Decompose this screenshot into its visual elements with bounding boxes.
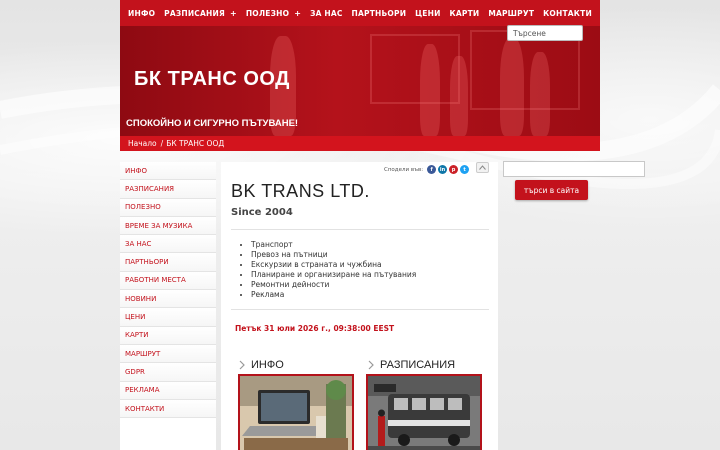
nav-item-schedules[interactable]: РАЗПИСАНИЯ + [164,9,237,18]
sidebar-item-route[interactable]: МАРШРУТ [120,344,216,364]
nav-item-prices[interactable]: ЦЕНИ [415,9,440,18]
list-item: Транспорт [251,240,416,250]
breadcrumb-current: БК ТРАНС ООД [166,139,225,148]
scroll-up-button[interactable] [476,162,489,173]
card-image-schedules [368,376,480,450]
site-search-button[interactable]: търси в сайта [515,180,588,200]
expand-plus-icon: + [294,8,302,18]
sidebar-item-info[interactable]: ИНФО [120,162,216,181]
sidebar-item-contacts[interactable]: КОНТАКТИ [120,399,216,419]
nav-item-partners[interactable]: ПАРТНЬОРИ [352,9,407,18]
list-item: Реклама [251,290,416,300]
list-item: Ремонтни дейности [251,280,416,290]
card-title-label: ИНФО [251,359,284,371]
card-title-schedules[interactable]: РАЗПИСАНИЯ [366,359,455,371]
sidebar-item-gdpr[interactable]: GDPR [120,363,216,382]
breadcrumb: Начало / БК ТРАНС ООД [120,136,600,151]
sidebar-item-advertising[interactable]: РЕКЛАМА [120,381,216,400]
main-content: Сподели във: f in p t BK TRANS LTD. Sinc… [221,162,498,450]
site-search-input[interactable] [503,161,645,177]
list-item: Превоз на пътници [251,250,416,260]
sidebar-item-jobs[interactable]: РАБОТНИ МЕСТА [120,271,216,291]
sidebar-item-news[interactable]: НОВИНИ [120,290,216,309]
chevron-right-icon [239,360,245,370]
nav-item-contacts[interactable]: КОНТАКТИ [543,9,592,18]
site-title: БК ТРАНС ООД [134,68,290,90]
search-input[interactable] [507,25,583,41]
services-list: Транспорт Превоз на пътници Екскурзии в … [251,240,416,300]
nav-item-route[interactable]: МАРШРУТ [488,9,534,18]
current-datetime: Петък 31 юли 2026 г., 09:38:00 EEST [235,324,395,333]
card-title-info[interactable]: ИНФО [237,359,284,371]
site-slogan: СПОКОЙНО И СИГУРНО ПЪТУВАНЕ! [126,118,299,129]
vintage-bus-stop-photo[interactable] [366,374,482,450]
sidebar-item-music-time[interactable]: ВРЕМЕ ЗА МУЗИКА [120,216,216,236]
facebook-icon[interactable]: f [427,165,437,174]
sidebar-item-maps[interactable]: КАРТИ [120,326,216,345]
card-title-label: РАЗПИСАНИЯ [380,359,456,371]
sidebar-menu: ИНФО РАЗПИСАНИЯ ПОЛЕЗНО ВРЕМЕ ЗА МУЗИКА … [120,162,216,450]
share-label: Сподели във: [384,166,424,173]
laptop-desk-photo[interactable] [238,374,354,450]
linkedin-icon[interactable]: in [438,165,448,174]
share-bar: Сподели във: f in p t [384,165,470,174]
nav-item-maps[interactable]: КАРТИ [450,9,480,18]
twitter-icon[interactable]: t [460,165,470,174]
divider [231,309,489,310]
sidebar-item-about[interactable]: ЗА НАС [120,235,216,254]
breadcrumb-separator: / [160,139,164,148]
expand-plus-icon: + [229,8,237,18]
top-navigation: ИНФО РАЗПИСАНИЯ + ПОЛЕЗНО + ЗА НАС ПАРТНЬО… [120,0,600,26]
sidebar-item-prices[interactable]: ЦЕНИ [120,308,216,327]
list-item: Екскурзии в страната и чужбина [251,260,416,270]
page-title: BK TRANS LTD. [231,181,370,201]
list-item: Планиране и организиране на пътувания [251,270,416,280]
nav-item-info[interactable]: ИНФО [128,9,155,18]
nav-item-useful[interactable]: ПОЛЕЗНО + [246,9,301,18]
nav-item-about[interactable]: ЗА НАС [310,9,343,18]
sidebar-item-partners[interactable]: ПАРТНЬОРИ [120,253,216,272]
since-text: Since 2004 [231,207,293,218]
sidebar-item-schedules[interactable]: РАЗПИСАНИЯ [120,180,216,199]
chevron-right-icon [368,360,374,370]
pinterest-icon[interactable]: p [449,165,459,174]
header-banner: БК ТРАНС ООД СПОКОЙНО И СИГУРНО ПЪТУВАНЕ… [120,26,600,136]
sidebar-item-useful[interactable]: ПОЛЕЗНО [120,198,216,217]
card-image-info [240,376,352,450]
breadcrumb-home-link[interactable]: Начало [128,139,157,148]
divider [231,229,489,230]
chevron-up-icon [479,165,486,170]
